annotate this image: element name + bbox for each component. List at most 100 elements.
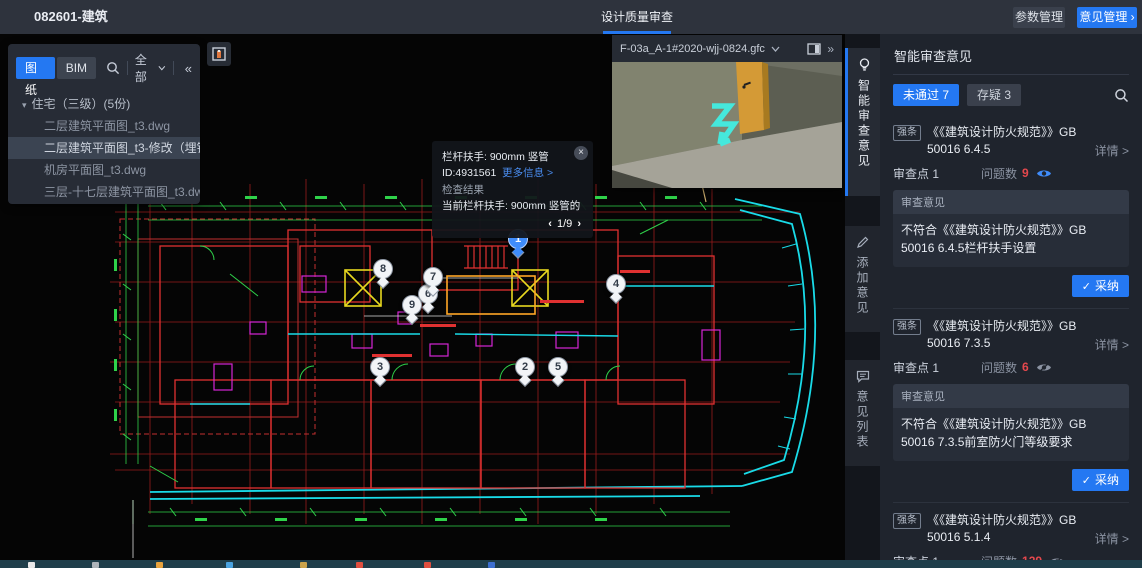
tooltip-id-row: ID:4931561 更多信息 > (442, 165, 583, 181)
close-icon[interactable]: × (574, 146, 588, 160)
issue-marker[interactable]: 8 (373, 259, 393, 279)
search-icon[interactable] (1114, 88, 1129, 103)
issues-label: 问题数 (981, 165, 1017, 182)
issue-marker[interactable]: 3 (370, 357, 390, 377)
caret-down-icon: ▾ (22, 100, 27, 111)
prev-page-icon[interactable]: ‹ (546, 218, 554, 230)
issue-marker[interactable]: 4 (606, 274, 626, 294)
viewer-3d-panel: F-03a_A-1#2020-wjj-0824.gfc » (612, 35, 842, 188)
filter-failed-chip[interactable]: 未通过 7 (893, 84, 959, 106)
divider (173, 61, 174, 75)
opinion-text: 不符合《《建筑设计防火规范》》GB 50016 6.4.5栏杆扶手设置 (893, 214, 1129, 267)
file-item[interactable]: 二层建筑平面图_t3-修改（埋错门，窗... (8, 137, 200, 159)
detail-link[interactable]: 详情 > (1095, 336, 1129, 353)
viewer-3d-header: F-03a_A-1#2020-wjj-0824.gfc » (612, 35, 842, 62)
accept-button[interactable]: ✓采纳 (1072, 275, 1129, 297)
opinion-header: 审查意见 (893, 384, 1129, 408)
filter-dropdown[interactable]: 全部 (135, 51, 166, 85)
review-point: 审查点 1 (893, 165, 939, 182)
review-point: 审查点 1 (893, 359, 939, 376)
taskbar-app-icon[interactable] (226, 562, 233, 568)
issue-marker[interactable]: 5 (548, 357, 568, 377)
comment-icon (856, 370, 870, 383)
tab-drawings[interactable]: 图纸 (16, 57, 55, 79)
file-panel: 图纸 BIM 全部 « ▾住宅（三级）(5份) 二层建筑平面图_t3.dwg 二… (8, 44, 200, 204)
file-item[interactable]: 一层建筑平面图_t3.dwg (8, 203, 200, 204)
collapse-panel-icon[interactable]: « (185, 61, 192, 76)
detail-link[interactable]: 详情 > (1095, 142, 1129, 159)
opinion-manage-button[interactable]: 意见管理 › (1077, 7, 1137, 28)
issue-marker[interactable]: 9 (402, 295, 422, 315)
expand-more-icon[interactable]: » (827, 42, 834, 56)
file-panel-header: 图纸 BIM 全部 « (8, 44, 200, 90)
taskbar-app-icon[interactable] (92, 562, 99, 568)
bulb-icon (858, 58, 871, 72)
thumbnail-toggle-button[interactable] (207, 42, 231, 66)
model-3d-view[interactable] (612, 62, 842, 188)
mandatory-badge: 强条 (893, 513, 921, 529)
os-taskbar[interactable] (0, 560, 1142, 568)
tab-smart-review[interactable]: 智能审查意见 (845, 48, 880, 196)
tab-bim[interactable]: BIM (57, 57, 96, 79)
side-tab-strip: 智能审查意见 添加意见 意见列表 (845, 34, 880, 560)
smart-review-panel: 智能审查意见 未通过 7 存疑 3 强条 《《建筑设计防火规范》》GB 5001… (880, 34, 1142, 560)
issue-marker[interactable]: 2 (515, 357, 535, 377)
tab-add-opinion[interactable]: 添加意见 (845, 226, 880, 332)
issues-label: 问题数 (981, 553, 1017, 560)
panel-title: 智能审查意见 (893, 34, 1129, 74)
param-manage-button[interactable]: 参数管理 (1013, 7, 1065, 28)
issues-count: 9 (1022, 166, 1029, 180)
tooltip-title: 栏杆扶手: 900mm 竖管 (442, 149, 583, 165)
review-point: 审查点 1 (893, 553, 939, 560)
check-icon: ✓ (1082, 281, 1091, 293)
filter-row: 未通过 7 存疑 3 (893, 75, 1129, 115)
opinion-header: 审查意见 (893, 190, 1129, 214)
review-item-list: 强条 《《建筑设计防火规范》》GB 50016 6.4.5 详情 > 审查点 1… (893, 115, 1129, 560)
file-item[interactable]: 二层建筑平面图_t3.dwg (8, 115, 200, 137)
tab-design-quality-review[interactable]: 设计质量审查 (597, 0, 677, 34)
project-title: 082601-建筑 (34, 0, 108, 34)
chevron-down-icon (158, 65, 166, 71)
accept-button[interactable]: ✓采纳 (1072, 469, 1129, 491)
split-view-icon[interactable] (807, 43, 821, 55)
opinion-text: 不符合《《建筑设计防火规范》》GB 50016 7.3.5前室防火门等级要求 (893, 408, 1129, 461)
code-title: 《《建筑设计防火规范》》GB 50016 6.4.5 (927, 124, 1089, 159)
file-item[interactable]: 三层-十七层建筑平面图_t3.dwg (8, 181, 200, 203)
file-item[interactable]: 机房平面图_t3.dwg (8, 159, 200, 181)
opinion-box: 审查意见 不符合《《建筑设计防火规范》》GB 50016 6.4.5栏杆扶手设置 (893, 190, 1129, 267)
top-bar: 082601-建筑 设计质量审查 参数管理 意见管理 › (0, 0, 1142, 34)
issue-marker[interactable]: 7 (423, 267, 443, 287)
eye-icon[interactable] (1036, 168, 1052, 179)
taskbar-app-icon[interactable] (424, 562, 431, 568)
check-icon: ✓ (1082, 475, 1091, 487)
eye-off-icon[interactable] (1036, 362, 1052, 373)
more-info-link[interactable]: 更多信息 > (502, 167, 553, 179)
page-indicator: 1/9 (557, 218, 572, 230)
code-title: 《《建筑设计防火规范》》GB 50016 7.3.5 (927, 318, 1089, 353)
taskbar-app-icon[interactable] (156, 562, 163, 568)
mandatory-badge: 强条 (893, 125, 921, 141)
element-tooltip: × 栏杆扶手: 900mm 竖管 ID:4931561 更多信息 > 检查结果 … (432, 141, 593, 238)
windows-start-icon[interactable] (28, 562, 35, 568)
chevron-right-icon: › (1131, 10, 1135, 24)
model-name: F-03a_A-1#2020-wjj-0824.gfc (620, 43, 765, 55)
opinion-box: 审查意见 不符合《《建筑设计防火规范》》GB 50016 7.3.5前室防火门等… (893, 384, 1129, 461)
pencil-icon (856, 236, 869, 249)
mandatory-badge: 强条 (893, 319, 921, 335)
issues-count: 6 (1022, 360, 1029, 374)
tab-opinion-list[interactable]: 意见列表 (845, 360, 880, 466)
image-icon (212, 47, 226, 61)
next-page-icon[interactable]: › (575, 218, 583, 230)
filter-doubt-chip[interactable]: 存疑 3 (967, 84, 1021, 106)
taskbar-app-icon[interactable] (300, 562, 307, 568)
detail-link[interactable]: 详情 > (1095, 530, 1129, 547)
review-item: 强条 《《建筑设计防火规范》》GB 50016 6.4.5 详情 > 审查点 1… (893, 115, 1129, 309)
code-title: 《《建筑设计防火规范》》GB 50016 5.1.4 (927, 512, 1089, 547)
chevron-down-icon[interactable] (771, 46, 780, 52)
element-id: ID:4931561 (442, 167, 496, 179)
search-icon[interactable] (106, 61, 120, 75)
check-result-text: 当前栏杆扶手: 900mm 竖管的 高度 为 (442, 198, 583, 214)
divider (127, 61, 128, 75)
taskbar-app-icon[interactable] (488, 562, 495, 568)
taskbar-app-icon[interactable] (356, 562, 363, 568)
